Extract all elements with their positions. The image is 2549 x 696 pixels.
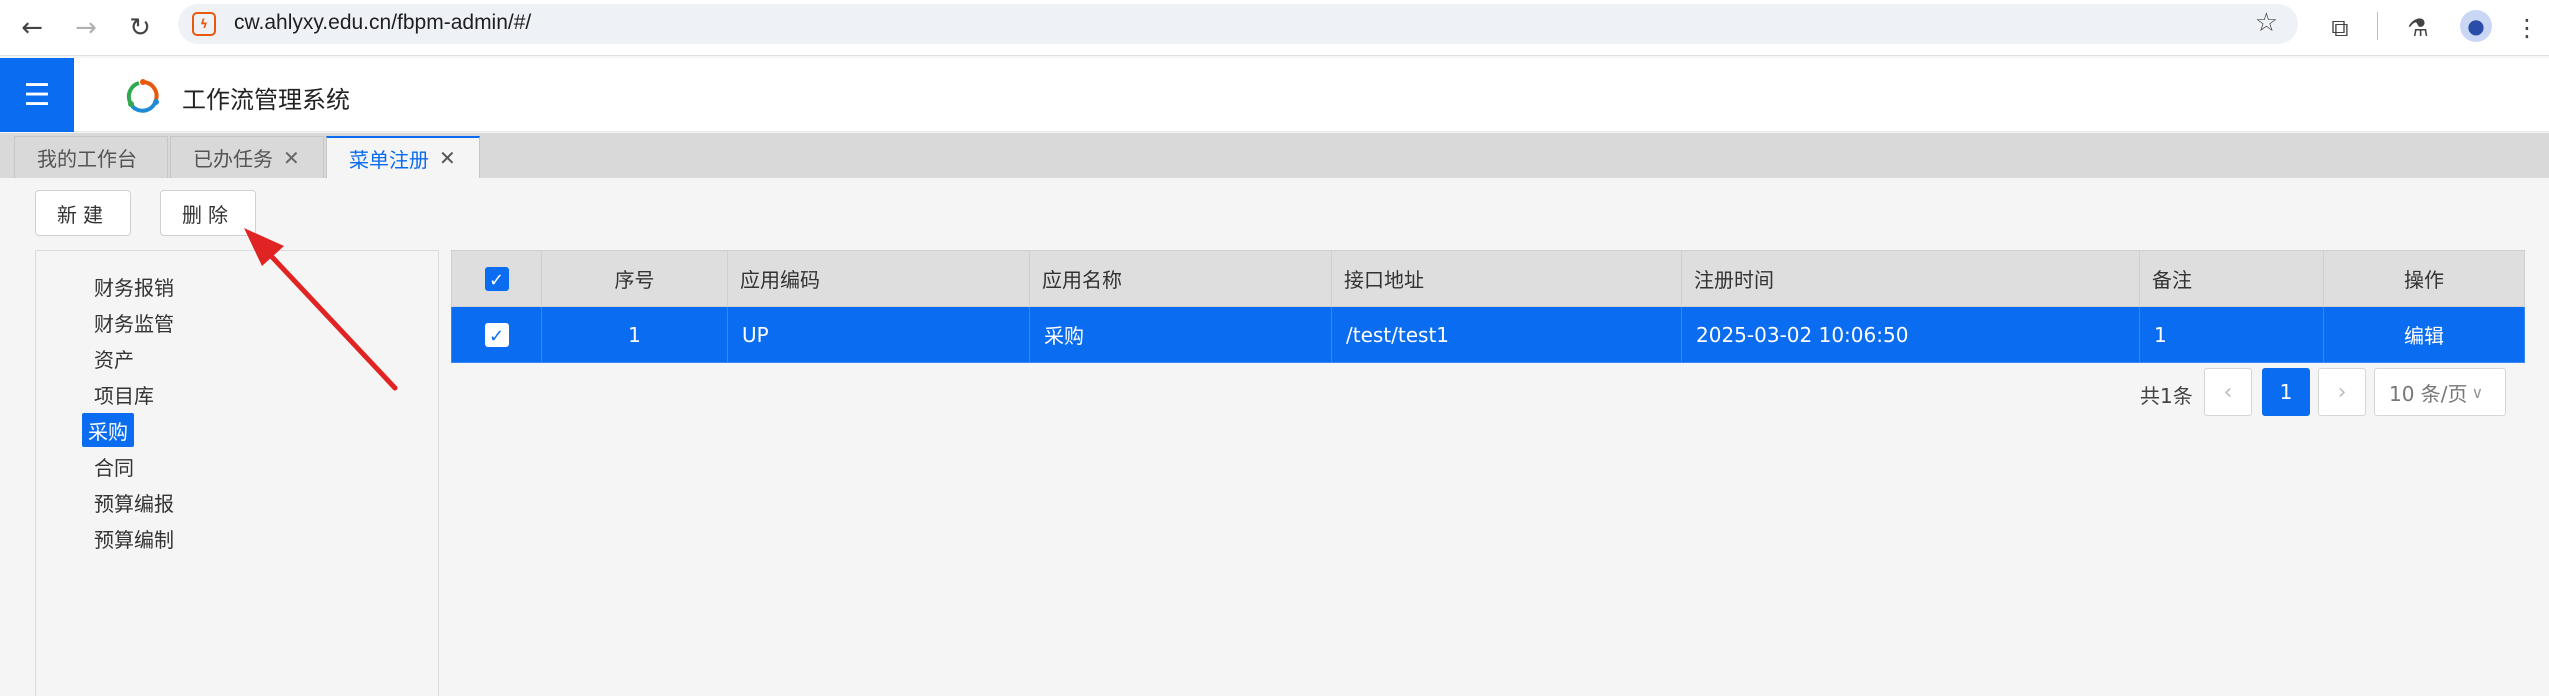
hamburger-icon[interactable]: ☰ [0,58,74,132]
app-header: ☰ 工作流管理系统 [0,58,2549,132]
labs-flask-icon[interactable]: ⚗ [2396,6,2440,50]
tab-menu-register[interactable]: 菜单注册 ✕ [326,136,480,178]
table-header-row: ✓ 序号 应用编码 应用名称 接口地址 注册时间 备注 操作 [451,250,2525,307]
column-header-name: 应用名称 [1029,250,1332,307]
tree-item[interactable]: 项目库 [88,377,160,411]
tab-label: 菜单注册 [349,147,429,172]
select-all-checkbox[interactable]: ✓ [484,267,509,292]
cell-url: /test/test1 [1331,306,1682,363]
tree-item-selected[interactable]: 采购 [82,413,134,447]
chevron-down-icon: ∨ [2471,382,2484,402]
next-page-icon[interactable]: › [2318,368,2366,416]
tab-done-tasks[interactable]: 已办任务 ✕ [170,136,324,178]
tree-item[interactable]: 财务报销 [88,269,180,303]
new-button[interactable]: 新建 [35,190,131,236]
tab-strip: 我的工作台 已办任务 ✕ 菜单注册 ✕ [0,133,2549,178]
registration-table: ✓ 序号 应用编码 应用名称 接口地址 注册时间 备注 操作 ✓ 1 UP 采购… [451,250,2525,363]
profile-avatar-icon[interactable]: ● [2460,10,2492,42]
reload-icon[interactable]: ↻ [118,6,162,50]
page-number-current[interactable]: 1 [2262,368,2310,416]
column-header-index: 序号 [541,250,728,307]
page-size-select[interactable]: 10 条/页 ∨ [2374,368,2506,416]
url-text[interactable]: cw.ahlyxy.edu.cn/fbpm-admin/#/ [234,11,531,35]
cell-time: 2025-03-02 10:06:50 [1681,306,2140,363]
site-favicon-icon: ϟ [192,12,216,36]
edit-link[interactable]: 编辑 [2323,306,2525,363]
table-row[interactable]: ✓ 1 UP 采购 /test/test1 2025-03-02 10:06:5… [451,306,2525,363]
browser-menu-icon[interactable]: ⋮ [2505,6,2549,50]
cell-name: 采购 [1029,306,1332,363]
address-bar[interactable]: ϟ cw.ahlyxy.edu.cn/fbpm-admin/#/ ☆ [178,4,2298,44]
column-header-remark: 备注 [2139,250,2324,307]
row-select-cell: ✓ [451,306,542,363]
forward-icon[interactable]: → [64,6,108,50]
pager-total: 共1条 [2140,384,2193,408]
column-header-action: 操作 [2323,250,2525,307]
toolbar-divider [2377,12,2378,40]
column-header-time: 注册时间 [1681,250,2140,307]
close-icon[interactable]: ✕ [283,146,300,170]
page-size-value: 10 条/页 [2389,381,2468,406]
bookmark-star-icon[interactable]: ☆ [2255,8,2278,38]
select-all-cell: ✓ [451,250,542,307]
tree-item[interactable]: 财务监管 [88,305,180,339]
extensions-icon[interactable]: ⧉ [2318,6,2362,50]
app-title: 工作流管理系统 [182,86,350,114]
tree-item[interactable]: 预算编报 [88,485,180,519]
tab-label: 已办任务 [193,147,273,171]
column-header-code: 应用编码 [727,250,1030,307]
column-header-url: 接口地址 [1331,250,1682,307]
close-icon[interactable]: ✕ [439,146,456,170]
row-checkbox[interactable]: ✓ [484,323,509,348]
tree-item[interactable]: 资产 [88,341,140,375]
cell-remark: 1 [2139,306,2324,363]
tab-label: 我的工作台 [37,147,137,171]
cell-code: UP [727,306,1030,363]
app-logo-icon [126,79,159,113]
browser-toolbar: ← → ↻ ϟ cw.ahlyxy.edu.cn/fbpm-admin/#/ ☆… [0,0,2549,56]
back-icon[interactable]: ← [10,6,54,50]
tree-item[interactable]: 预算编制 [88,521,180,555]
tree-item[interactable]: 合同 [88,449,140,483]
delete-button[interactable]: 删除 [160,190,256,236]
prev-page-icon[interactable]: ‹ [2204,368,2252,416]
category-tree: 财务报销 财务监管 资产 项目库 采购 合同 预算编报 预算编制 [35,250,439,696]
cell-index: 1 [541,306,728,363]
tab-workbench[interactable]: 我的工作台 [14,136,168,178]
